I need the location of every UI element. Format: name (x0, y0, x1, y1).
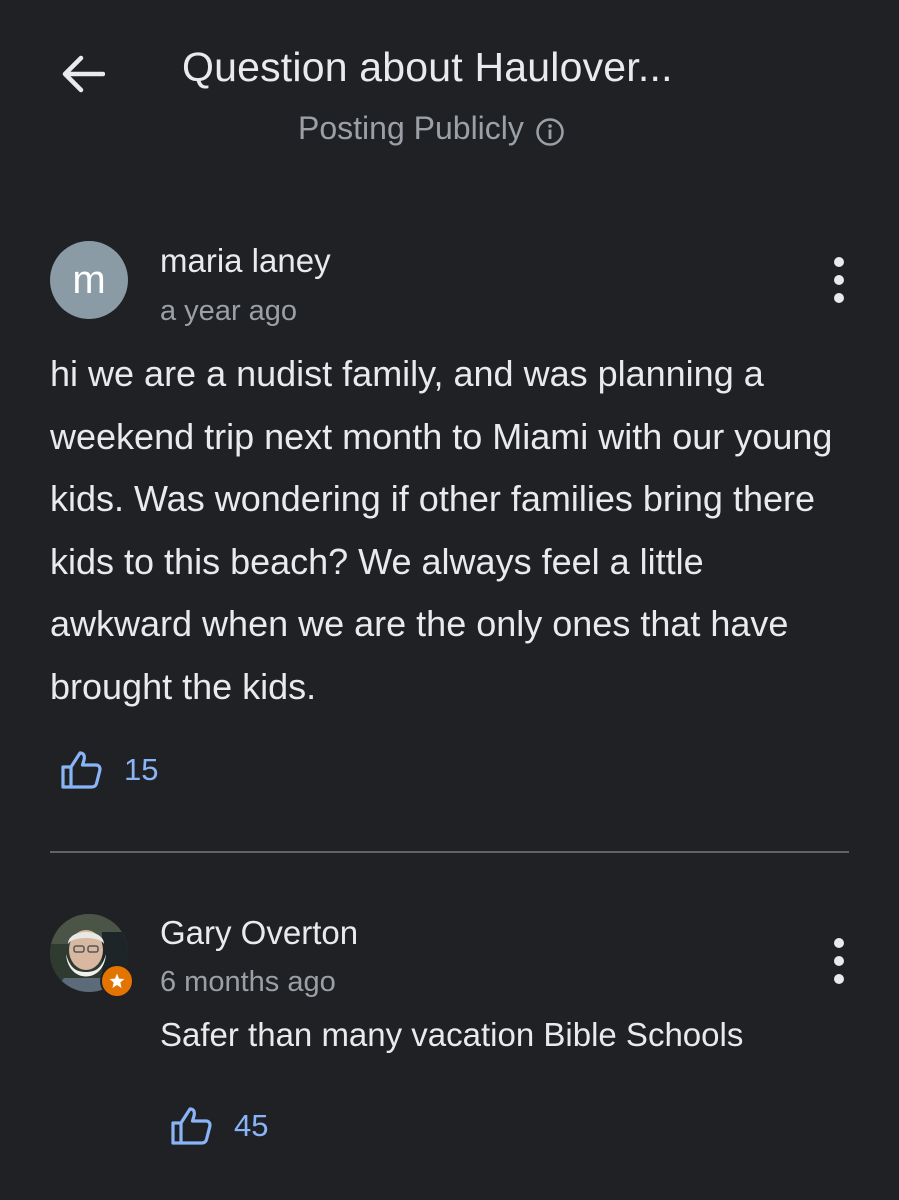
more-vert-icon (834, 257, 844, 267)
question-text: hi we are a nudist family, and was plann… (50, 353, 833, 707)
posting-visibility: Posting Publicly (298, 108, 566, 148)
thumb-up-icon (61, 751, 102, 789)
page-title: Question about Haulover... (182, 44, 673, 90)
reply-timestamp: 6 months ago (160, 966, 336, 998)
app-header: Question about Haulover... Posting Publi… (0, 0, 899, 170)
back-button[interactable] (56, 48, 108, 100)
avatar[interactable]: m (50, 241, 128, 319)
reply-text: Safer than many vacation Bible Schools (160, 1016, 744, 1053)
reply-like-button[interactable]: 45 (170, 1106, 268, 1146)
reply-more-button[interactable] (819, 931, 859, 991)
question-author[interactable]: maria laney (160, 242, 331, 280)
question-like-button[interactable]: 15 (60, 750, 158, 790)
question-more-button[interactable] (819, 250, 859, 310)
local-guide-star-icon (100, 964, 134, 998)
more-vert-icon (834, 938, 844, 948)
divider (50, 851, 849, 853)
info-icon[interactable] (534, 116, 566, 148)
question-like-count: 15 (124, 752, 159, 787)
thumb-up-icon (171, 1107, 212, 1145)
reply-like-count: 45 (234, 1108, 269, 1143)
question-timestamp: a year ago (160, 295, 298, 327)
posting-publicly-label: Posting Publicly (298, 109, 524, 146)
reply-author[interactable]: Gary Overton (160, 914, 358, 952)
arrow-back-icon (62, 55, 105, 93)
